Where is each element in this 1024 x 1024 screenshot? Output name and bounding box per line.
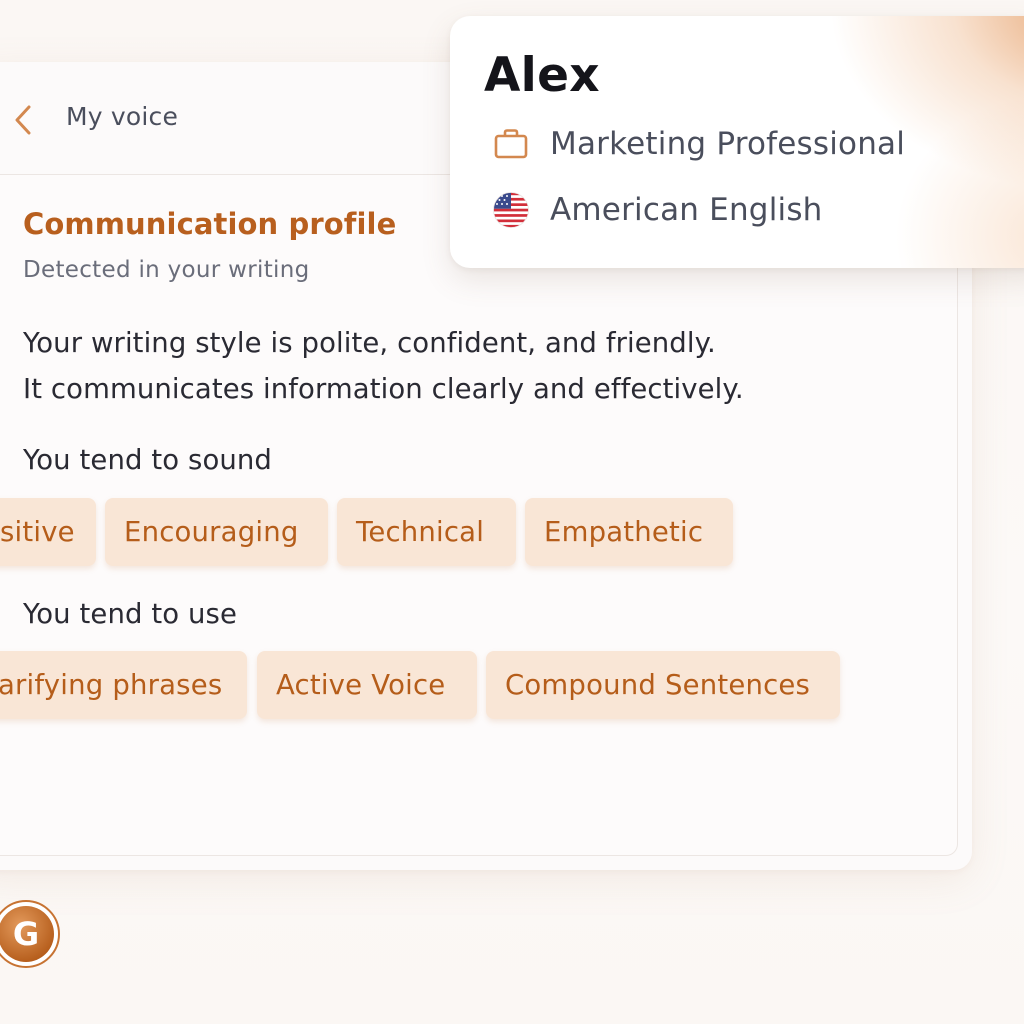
usage-chip-clarifying-phrases[interactable]: arifying phrases [0, 651, 247, 719]
back-button[interactable] [6, 100, 40, 140]
profile-language: American English [550, 192, 823, 228]
usage-chip-active-voice[interactable]: Active Voice [257, 651, 477, 719]
profile-role-row: Marketing Professional [492, 124, 905, 164]
tone-chip-encouraging[interactable]: Encouraging [105, 498, 328, 566]
logo-letter: G [13, 915, 39, 953]
tone-chip-technical[interactable]: Technical [337, 498, 516, 566]
chevron-left-icon [15, 105, 31, 135]
communication-profile-title: Communication profile [23, 207, 397, 241]
summary-line-2: It communicates information clearly and … [23, 373, 744, 405]
summary-line-1: Your writing style is polite, confident,… [23, 327, 716, 359]
user-name: Alex [484, 48, 600, 103]
grammarly-logo-button[interactable]: G [0, 900, 60, 968]
tend-to-use-label: You tend to use [23, 598, 237, 630]
usage-chip-compound-sentences[interactable]: Compound Sentences [486, 651, 840, 719]
tend-to-sound-label: You tend to sound [23, 444, 272, 476]
writing-style-summary: Your writing style is polite, confident,… [23, 320, 744, 412]
grammarly-g-logo-icon: G [0, 900, 60, 968]
profile-language-row: American English [492, 190, 823, 230]
communication-profile-subtitle: Detected in your writing [23, 257, 310, 283]
us-flag-icon [492, 190, 530, 230]
profile-role: Marketing Professional [550, 126, 906, 162]
briefcase-icon [492, 124, 530, 164]
tone-chip-positive[interactable]: sitive [0, 498, 96, 566]
tone-chip-empathetic[interactable]: Empathetic [525, 498, 733, 566]
page-title: My voice [66, 102, 179, 131]
